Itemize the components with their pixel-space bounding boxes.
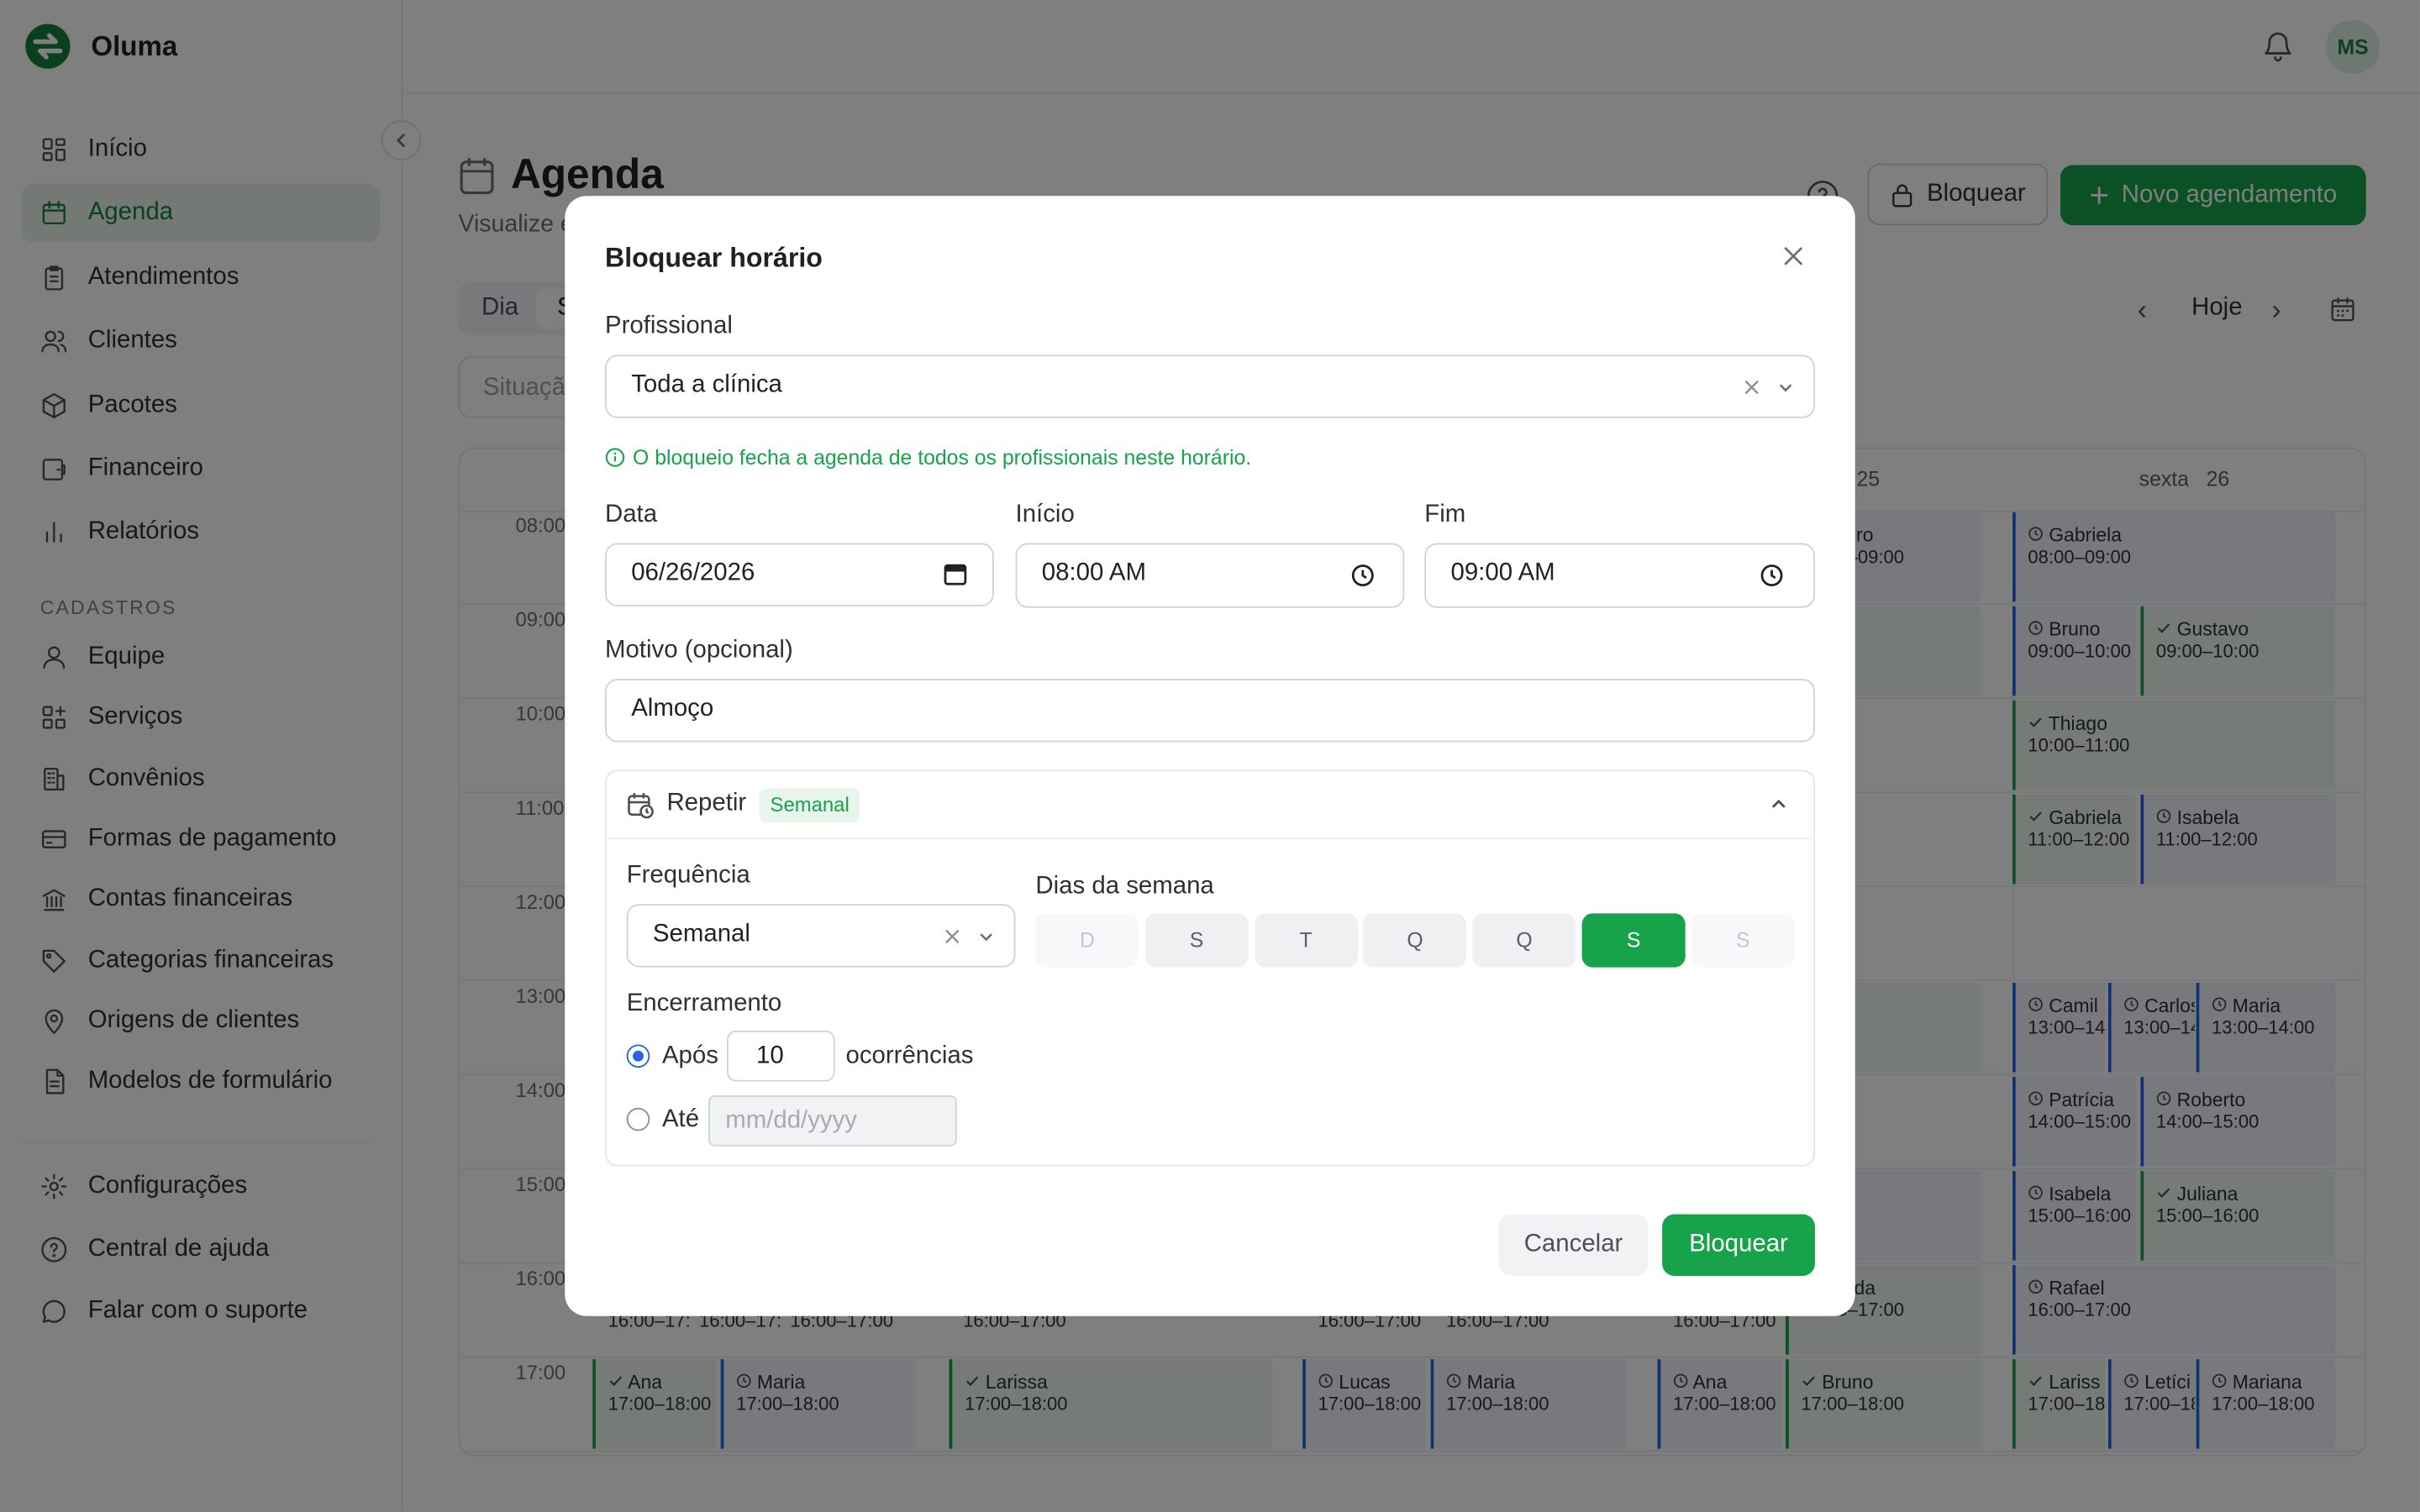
- weekday-toggle[interactable]: Q: [1363, 913, 1467, 968]
- encerramento-label: Encerramento: [626, 990, 782, 1017]
- bloquear-submit-button[interactable]: Bloquear: [1662, 1214, 1815, 1276]
- motivo-label: Motivo (opcional): [604, 637, 793, 664]
- data-input[interactable]: 06/26/2026: [604, 543, 994, 606]
- calendar-picker-icon[interactable]: [943, 562, 967, 586]
- cancel-button[interactable]: Cancelar: [1498, 1214, 1649, 1276]
- weekday-toggle[interactable]: T: [1254, 913, 1358, 968]
- dialog-title: Bloquear horário: [604, 242, 823, 274]
- ocorrencias-label: ocorrências: [845, 1042, 974, 1069]
- info-icon: [605, 448, 625, 467]
- fim-time-input[interactable]: 09:00 AM: [1424, 543, 1815, 608]
- profissional-value: Toda a clínica: [631, 371, 782, 398]
- chevron-down-icon: [980, 933, 992, 942]
- inicio-time-input[interactable]: 08:00 AM: [1015, 543, 1405, 608]
- frequencia-value: Semanal: [652, 921, 750, 948]
- close-icon[interactable]: [1781, 244, 1806, 268]
- info-message: O bloqueio fecha a agenda de todos os pr…: [605, 445, 1252, 470]
- data-label: Data: [604, 501, 658, 528]
- bloquear-horario-dialog: Bloquear horário Profissional Toda a clí…: [565, 196, 1855, 1316]
- repetir-divider: [606, 837, 1814, 840]
- clock-icon[interactable]: [1350, 563, 1375, 587]
- frequencia-select[interactable]: Semanal: [626, 904, 1016, 968]
- fim-value: 09:00 AM: [1450, 559, 1555, 586]
- motivo-value: Almoço: [631, 696, 714, 722]
- dias-semana-label: Dias da semana: [1035, 873, 1214, 900]
- clock-icon[interactable]: [1760, 563, 1784, 587]
- info-text: O bloqueio fecha a agenda de todos os pr…: [633, 445, 1252, 470]
- weekday-toggle[interactable]: S: [1581, 913, 1686, 968]
- profissional-label: Profissional: [604, 312, 733, 340]
- apos-occurrences-input[interactable]: 10: [727, 1030, 835, 1082]
- inicio-label: Início: [1015, 501, 1075, 528]
- inicio-value: 08:00 AM: [1041, 559, 1146, 586]
- ate-radio[interactable]: [626, 1107, 650, 1131]
- weekday-toggle[interactable]: Q: [1472, 913, 1576, 968]
- ate-date-input[interactable]: mm/dd/yyyy: [708, 1095, 957, 1147]
- weekday-toggle[interactable]: S: [1144, 913, 1249, 968]
- apos-value: 10: [755, 1042, 784, 1069]
- repetir-toggle[interactable]: Repetir: [666, 790, 746, 817]
- chevron-down-icon: [1779, 384, 1792, 392]
- chevron-up-icon[interactable]: [1769, 795, 1789, 815]
- weekday-toggle: S: [1691, 913, 1795, 968]
- ate-label: Até: [661, 1105, 700, 1133]
- frequencia-label: Frequência: [626, 862, 750, 889]
- profissional-select[interactable]: Toda a clínica: [604, 354, 1815, 418]
- clear-icon[interactable]: [1743, 378, 1761, 396]
- motivo-input[interactable]: Almoço: [604, 679, 1815, 743]
- fim-label: Fim: [1424, 501, 1466, 528]
- clear-icon[interactable]: [943, 927, 961, 946]
- data-value: 06/26/2026: [631, 559, 755, 586]
- calendar-repeat-icon: [628, 793, 654, 819]
- repetir-badge: Semanal: [759, 788, 860, 822]
- apos-radio[interactable]: [626, 1044, 650, 1068]
- weekday-toggle: D: [1035, 913, 1139, 968]
- apos-label: Após: [661, 1042, 718, 1069]
